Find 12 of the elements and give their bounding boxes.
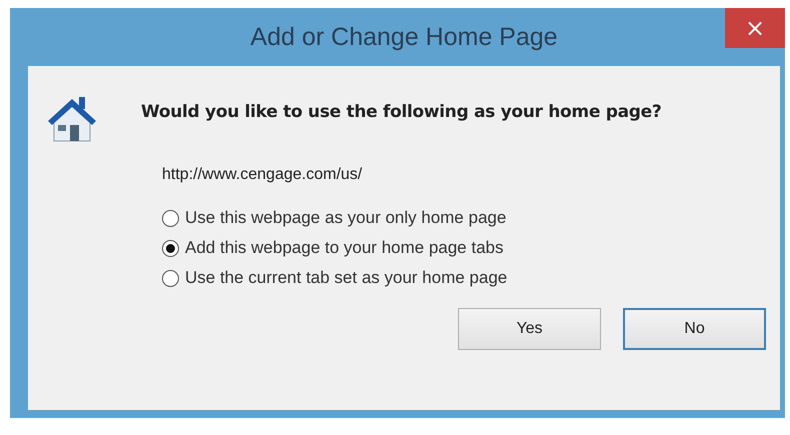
yes-button[interactable]: Yes [458, 308, 601, 350]
window-title: Add or Change Home Page [250, 22, 558, 52]
option-label[interactable]: Use the current tab set as your home page [185, 268, 508, 288]
radio-button[interactable] [162, 210, 179, 226]
url-text: http://www.cengage.com/us/ [162, 166, 364, 184]
option-label[interactable]: Use this webpage as your only home page [185, 208, 506, 228]
radio-button[interactable] [162, 240, 179, 256]
no-button[interactable]: No [623, 308, 766, 350]
option-label[interactable]: Add this webpage to your home page tabs [185, 238, 504, 258]
question-text: Would you like to use the following as your home page? [141, 102, 662, 122]
radio-button[interactable] [162, 270, 179, 286]
close-button[interactable]: × [725, 8, 785, 48]
